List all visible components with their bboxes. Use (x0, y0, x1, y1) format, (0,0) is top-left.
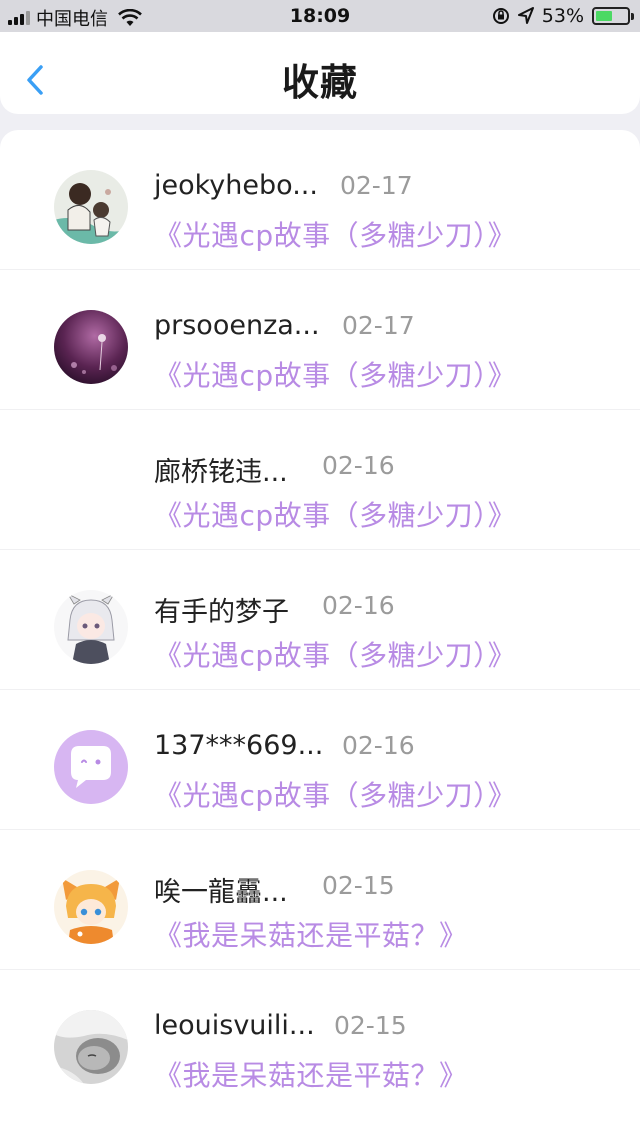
dandelion-photo-avatar[interactable] (54, 310, 128, 384)
carrier-label: 中国电信 (36, 9, 108, 30)
post-date: 02-17 (342, 311, 415, 340)
anime-girl-avatar[interactable] (54, 590, 128, 664)
user-name: leouisvuili... (154, 1010, 315, 1041)
post-title-link[interactable]: 《我是呆菇还是平菇？》 (154, 914, 468, 954)
post-date: 02-15 (334, 1011, 407, 1040)
wifi-icon (118, 9, 142, 26)
favorite-row[interactable]: 唉一龍靐... 02-15 《我是呆菇还是平菇？》 (0, 830, 640, 970)
favorite-row[interactable]: 廊桥铑违... 02-16 《光遇cp故事（多糖少刀）》 (0, 410, 640, 550)
sleeping-person-photo-avatar[interactable] (54, 1010, 128, 1084)
favorite-row[interactable]: 有手的梦子 02-16 《光遇cp故事（多糖少刀）》 (0, 550, 640, 690)
post-title-link[interactable]: 《光遇cp故事（多糖少刀）》 (154, 354, 516, 394)
favorite-row[interactable]: prsooenza... 02-17 《光遇cp故事（多糖少刀）》 (0, 270, 640, 410)
location-icon (517, 7, 534, 24)
default-chat-bubble-avatar[interactable] (54, 730, 128, 804)
favorite-row[interactable]: 137***669... 02-16 《光遇cp故事（多糖少刀）》 (0, 690, 640, 830)
page-title: 收藏 (282, 61, 358, 104)
status-right: 53% (492, 5, 634, 27)
battery-fill (596, 11, 612, 21)
post-title-link[interactable]: 《光遇cp故事（多糖少刀）》 (154, 774, 516, 814)
anime-fox-boy-avatar[interactable] (54, 870, 128, 944)
post-date: 02-16 (322, 451, 395, 480)
post-title-link[interactable]: 《光遇cp故事（多糖少刀）》 (154, 214, 516, 254)
user-name: jeokyhebo... (154, 170, 318, 201)
favorite-row[interactable]: leouisvuili... 02-15 《我是呆菇还是平菇？》 (0, 970, 640, 1110)
post-date: 02-15 (322, 871, 395, 900)
user-name: 唉一龍靐... (154, 877, 288, 908)
user-name: 廊桥铑违... (154, 457, 288, 488)
post-date: 02-16 (342, 731, 415, 760)
user-name: prsooenza... (154, 310, 320, 341)
battery-icon (592, 7, 634, 25)
status-left: 中国电信 (8, 5, 142, 31)
post-title-link[interactable]: 《光遇cp故事（多糖少刀）》 (154, 494, 516, 534)
cartoon-couple-avatar[interactable] (54, 170, 128, 244)
favorites-list: jeokyhebo... 02-17 《光遇cp故事（多糖少刀）》 prsooe… (0, 130, 640, 1138)
post-title-link[interactable]: 《我是呆菇还是平菇？》 (154, 1054, 468, 1094)
user-name: 有手的梦子 (154, 597, 289, 628)
orientation-lock-icon (492, 8, 509, 24)
blank-avatar[interactable] (54, 450, 128, 524)
signal-icon (8, 11, 30, 25)
favorite-row[interactable]: jeokyhebo... 02-17 《光遇cp故事（多糖少刀）》 (0, 130, 640, 270)
post-title-link[interactable]: 《光遇cp故事（多糖少刀）》 (154, 634, 516, 674)
status-bar: 中国电信 18:09 53% (0, 0, 640, 32)
post-date: 02-16 (322, 591, 395, 620)
battery-percent: 53% (541, 5, 584, 27)
user-name: 137***669... (154, 730, 324, 761)
nav-header: 收藏 (0, 32, 640, 114)
post-date: 02-17 (340, 171, 413, 200)
